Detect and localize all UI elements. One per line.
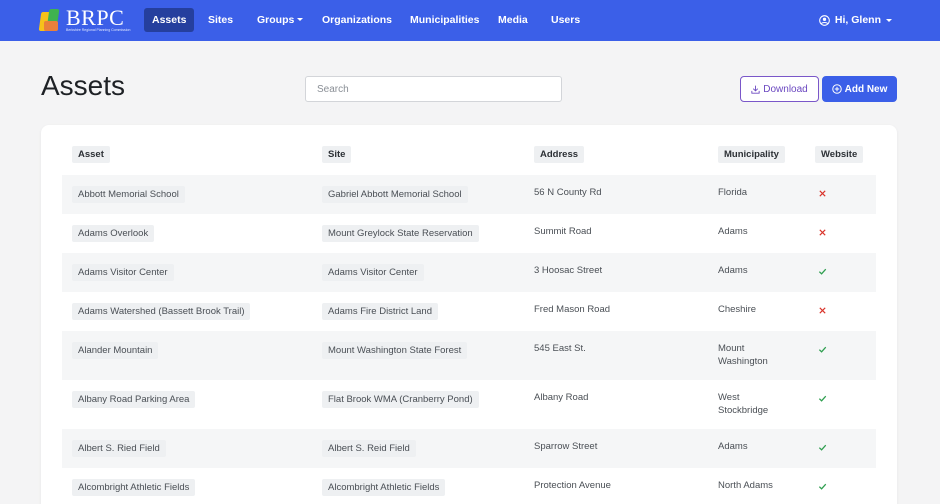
address: 56 N County Rd: [534, 187, 602, 198]
address: Summit Road: [534, 226, 592, 237]
municipality: North Adams: [718, 480, 773, 491]
nav-groups-label: Groups: [257, 14, 295, 26]
user-menu[interactable]: Hi, Glenn: [819, 8, 892, 32]
column-header-municipality[interactable]: Municipality: [718, 146, 785, 163]
nav-groups[interactable]: Groups: [249, 8, 311, 32]
site-name[interactable]: Alcombright Athletic Fields: [322, 479, 446, 496]
site-name[interactable]: Mount Greylock State Reservation: [322, 225, 479, 242]
table-row[interactable]: Albert S. Ried Field Albert S. Reid Field…: [62, 429, 876, 468]
column-header-address[interactable]: Address: [534, 146, 585, 163]
user-greeting: Hi, Glenn: [834, 14, 881, 26]
plus-circle-icon: [831, 84, 842, 94]
logo-tagline: Berkshire Regional Planning Commission: [66, 28, 131, 32]
table-row[interactable]: Abbott Memorial School Gabriel Abbott Mem…: [62, 175, 876, 214]
site-name[interactable]: Mount Washington State Forest: [322, 342, 468, 359]
asset-name[interactable]: Alander Mountain: [72, 342, 159, 359]
x-icon: [819, 307, 826, 314]
table-row[interactable]: Adams Visitor Center Adams Visitor Center…: [62, 253, 876, 292]
search-input[interactable]: [305, 76, 562, 102]
nav-assets[interactable]: Assets: [144, 8, 195, 32]
check-icon: [818, 483, 827, 490]
chevron-down-icon: [886, 18, 892, 22]
nav-organizations[interactable]: Organizations: [314, 8, 400, 32]
download-button[interactable]: Download: [740, 76, 819, 102]
address: Protection Avenue: [534, 480, 611, 491]
municipality: Adams: [718, 226, 748, 237]
nav-users[interactable]: Users: [543, 8, 588, 32]
table-row[interactable]: Alander Mountain Mount Washington State F…: [62, 331, 876, 380]
add-new-label: Add New: [844, 83, 888, 95]
chevron-down-icon: [297, 18, 304, 21]
logo-title: BRPC: [66, 5, 125, 30]
asset-name[interactable]: Adams Overlook: [72, 225, 155, 242]
municipality: Florida: [718, 187, 748, 198]
table-row[interactable]: Adams Overlook Mount Greylock State Reser…: [62, 214, 876, 253]
municipality: West Stockbridge: [718, 392, 769, 416]
address: Fred Mason Road: [534, 304, 611, 315]
table-row[interactable]: Adams Watershed (Bassett Brook Trail) Ada…: [62, 292, 876, 331]
asset-name[interactable]: Adams Visitor Center: [72, 264, 174, 281]
address: Sparrow Street: [534, 441, 598, 452]
nav-users-label: Users: [551, 14, 581, 26]
address: 3 Hoosac Street: [534, 265, 603, 276]
nav-media-label: Media: [498, 14, 528, 26]
asset-name[interactable]: Albany Road Parking Area: [72, 391, 196, 408]
asset-name[interactable]: Adams Watershed (Bassett Brook Trail): [72, 303, 251, 320]
nav-sites-label: Sites: [208, 14, 234, 26]
municipality: Adams: [718, 441, 748, 452]
nav-sites[interactable]: Sites: [200, 8, 241, 32]
column-header-site[interactable]: Site: [322, 146, 352, 163]
nav-municipalities[interactable]: Municipalities: [402, 8, 487, 32]
check-icon: [818, 346, 827, 353]
column-header-website[interactable]: Website: [815, 146, 864, 163]
municipality: Cheshire: [718, 304, 757, 315]
site-name[interactable]: Flat Brook WMA (Cranberry Pond): [322, 391, 479, 408]
download-label: Download: [763, 83, 808, 95]
column-header-asset[interactable]: Asset: [72, 146, 110, 163]
page-title: Assets: [41, 70, 126, 101]
asset-name[interactable]: Alcombright Athletic Fields: [72, 479, 196, 496]
site-name[interactable]: Adams Visitor Center: [322, 264, 424, 281]
check-icon: [818, 444, 827, 451]
nav-municipalities-label: Municipalities: [410, 14, 480, 26]
brpc-logo[interactable]: BRPC Berkshire Regional Planning Commiss…: [38, 5, 131, 32]
address: Albany Road: [534, 392, 589, 403]
x-icon: [819, 229, 826, 236]
assets-table-card: Asset Site Address Municipality Website …: [41, 125, 897, 504]
asset-name[interactable]: Abbott Memorial School: [72, 186, 185, 203]
x-icon: [819, 190, 826, 197]
address: 545 East St.: [534, 343, 586, 354]
nav-assets-label: Assets: [152, 14, 187, 26]
check-icon: [818, 268, 827, 275]
add-new-button[interactable]: Add New: [822, 76, 897, 102]
user-circle-icon: [819, 14, 830, 26]
top-navbar: BRPC Berkshire Regional Planning Commiss…: [0, 0, 940, 41]
download-icon: [751, 85, 760, 94]
site-name[interactable]: Albert S. Reid Field: [322, 440, 416, 457]
asset-name[interactable]: Albert S. Ried Field: [72, 440, 166, 457]
brpc-logo-icon: [38, 8, 62, 32]
nav-media[interactable]: Media: [490, 8, 536, 32]
municipality: Mount Washington: [718, 343, 768, 367]
table-row[interactable]: Albany Road Parking Area Flat Brook WMA (…: [62, 380, 876, 429]
site-name[interactable]: Adams Fire District Land: [322, 303, 439, 320]
nav-organizations-label: Organizations: [322, 14, 393, 26]
municipality: Adams: [718, 265, 748, 276]
table-row[interactable]: Alcombright Athletic Fields Alcombright A…: [62, 468, 876, 504]
site-name[interactable]: Gabriel Abbott Memorial School: [322, 186, 468, 203]
check-icon: [818, 395, 827, 402]
